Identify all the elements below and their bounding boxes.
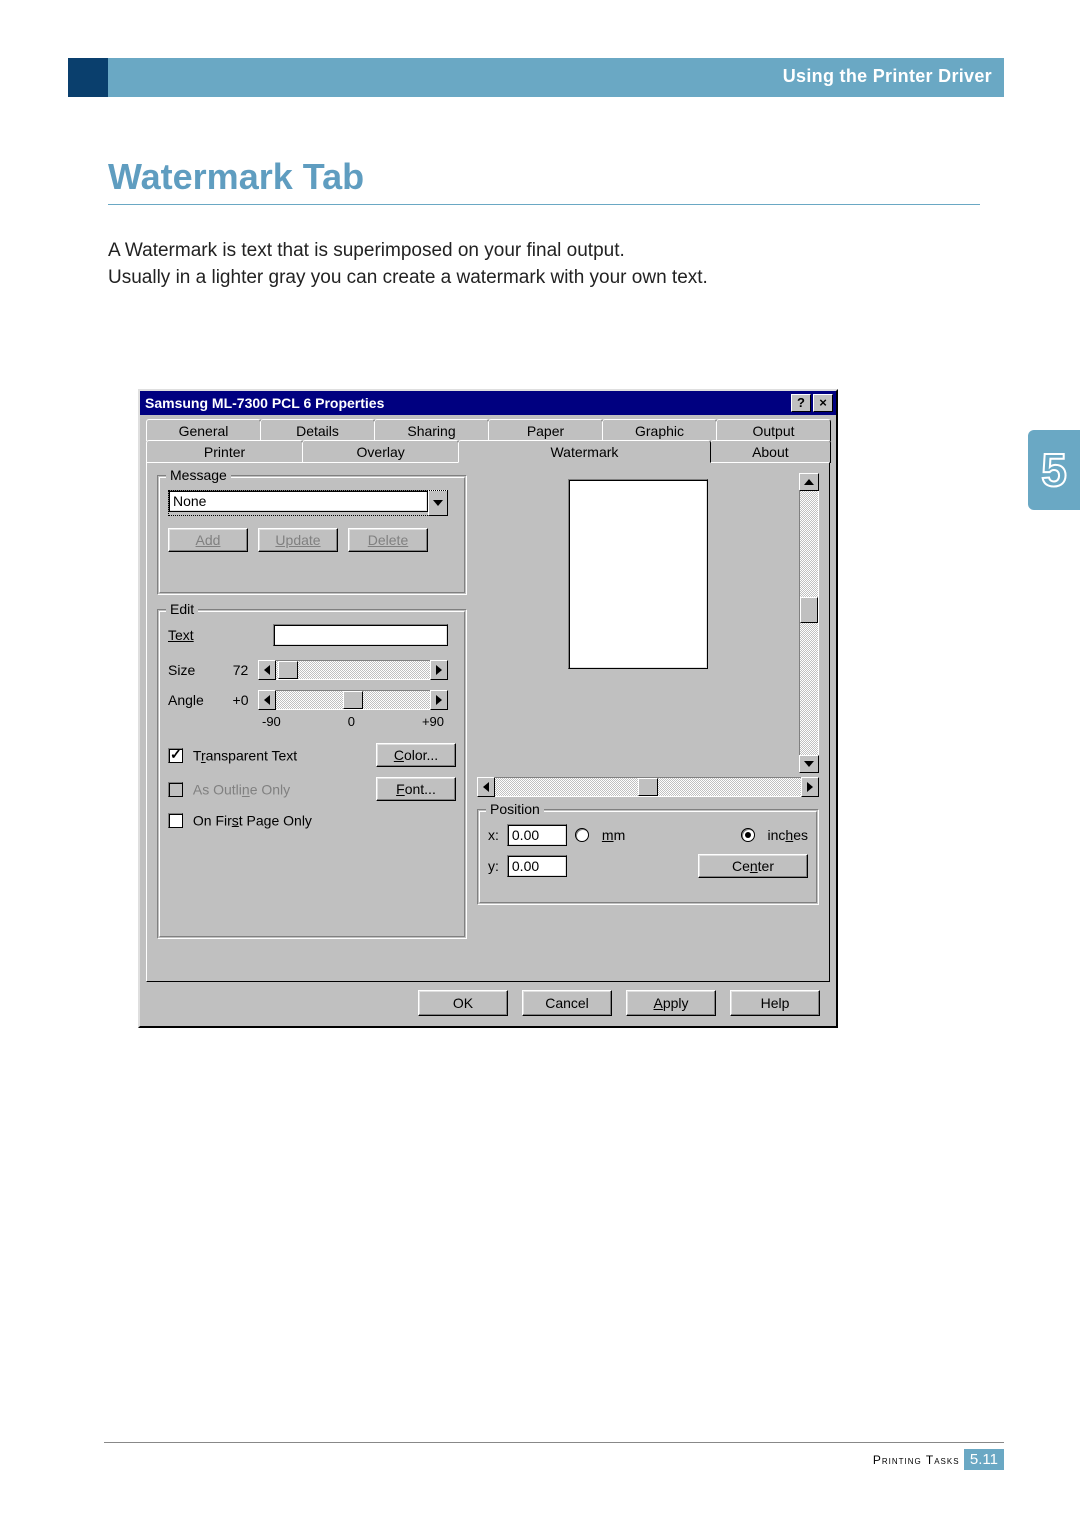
tab-paper[interactable]: Paper [488, 419, 603, 441]
group-position: Position x: mm inches y: Cent [477, 809, 819, 905]
color-button[interactable]: Color... [376, 743, 456, 767]
page-footer: Printing Tasks 5.11 [104, 1442, 1004, 1470]
outline-checkbox [168, 782, 183, 797]
message-combo[interactable]: None [168, 490, 448, 516]
footer-section: Printing Tasks [873, 1453, 960, 1467]
header-corner [68, 58, 108, 97]
tab-details[interactable]: Details [260, 419, 375, 441]
pos-y-input[interactable] [507, 855, 567, 877]
group-edit-legend: Edit [166, 601, 198, 617]
text-input[interactable] [273, 624, 448, 646]
group-position-legend: Position [486, 801, 544, 817]
tab-panel: Message None Add Update Delete Edit [146, 462, 830, 982]
chapter-tab: 5 [1028, 430, 1080, 510]
section-label: Using the Printer Driver [783, 66, 992, 87]
angle-right-arrow[interactable] [430, 690, 448, 710]
angle-mid: 0 [348, 714, 355, 729]
tab-graphic[interactable]: Graphic [602, 419, 717, 441]
arrow-left-icon [264, 695, 270, 705]
unit-inches-radio[interactable] [741, 828, 755, 842]
message-field[interactable]: None [168, 490, 428, 512]
pos-x-label: x: [488, 827, 499, 843]
arrow-down-icon [804, 761, 814, 767]
tab-output[interactable]: Output [716, 419, 831, 441]
label-angle: Angle [168, 692, 223, 708]
ok-button[interactable]: OK [418, 990, 508, 1016]
angle-value: +0 [223, 692, 258, 708]
footer-page-number: 5.11 [964, 1449, 1004, 1470]
arrow-left-icon [264, 665, 270, 675]
size-right-arrow[interactable] [430, 660, 448, 680]
arrow-up-icon [804, 479, 814, 485]
dialog-footer: OK Cancel Apply Help [146, 982, 830, 1016]
delete-button: Delete [348, 528, 428, 552]
tab-about[interactable]: About [710, 440, 831, 463]
angle-slider[interactable] [258, 690, 448, 710]
unit-mm-radio[interactable] [575, 828, 589, 842]
angle-max: +90 [422, 714, 444, 729]
dialog-title: Samsung ML-7300 PCL 6 Properties [143, 395, 789, 411]
hscroll-left[interactable] [477, 777, 495, 797]
tab-overlay[interactable]: Overlay [302, 440, 459, 463]
unit-inches-label: inches [768, 827, 809, 843]
arrow-left-icon [483, 782, 489, 792]
close-button[interactable]: × [813, 394, 833, 412]
intro-line2: Usually in a lighter gray you can create… [108, 267, 708, 288]
preview-hscroll[interactable] [477, 777, 819, 797]
apply-button[interactable]: Apply [626, 990, 716, 1016]
preview-page [568, 479, 708, 669]
vscroll-up[interactable] [799, 473, 819, 491]
arrow-right-icon [436, 665, 442, 675]
tab-watermark[interactable]: Watermark [458, 440, 711, 463]
pos-y-label: y: [488, 858, 499, 874]
update-button: Update [258, 528, 338, 552]
transparent-label: Transparent Text [193, 748, 297, 764]
page-title: Watermark Tab [108, 156, 364, 198]
preview-vscroll[interactable] [799, 473, 819, 773]
center-button[interactable]: Center [698, 854, 808, 878]
tab-sharing[interactable]: Sharing [374, 419, 489, 441]
chapter-number: 5 [1041, 430, 1067, 510]
group-edit: Edit Text Size 72 [157, 609, 467, 939]
size-slider[interactable] [258, 660, 448, 680]
firstpage-label: On First Page Only [193, 812, 312, 828]
group-message: Message None Add Update Delete [157, 475, 467, 595]
tab-printer[interactable]: Printer [146, 440, 303, 463]
vscroll-down[interactable] [799, 755, 819, 773]
arrow-right-icon [807, 782, 813, 792]
hscroll-right[interactable] [801, 777, 819, 797]
arrow-right-icon [436, 695, 442, 705]
properties-dialog: Samsung ML-7300 PCL 6 Properties ? × Gen… [138, 389, 838, 1028]
outline-label: As Outline Only [193, 782, 290, 798]
size-value: 72 [223, 662, 258, 678]
label-text: Text [168, 627, 223, 643]
message-dropdown-button[interactable] [428, 490, 448, 516]
chevron-down-icon [433, 500, 443, 506]
intro-paragraph: A Watermark is text that is superimposed… [108, 238, 980, 291]
help-button[interactable]: ? [791, 394, 811, 412]
tab-row-2: Printer Overlay Watermark About [146, 440, 830, 463]
tab-general[interactable]: General [146, 419, 261, 441]
group-message-legend: Message [166, 467, 231, 483]
size-left-arrow[interactable] [258, 660, 276, 680]
unit-mm-label: mm [602, 827, 625, 843]
font-button[interactable]: Font... [376, 777, 456, 801]
transparent-checkbox[interactable] [168, 748, 183, 763]
intro-line1: A Watermark is text that is superimposed… [108, 240, 625, 261]
angle-min: -90 [262, 714, 281, 729]
help-button-footer[interactable]: Help [730, 990, 820, 1016]
add-button: Add [168, 528, 248, 552]
pos-x-input[interactable] [507, 824, 567, 846]
titlebar: Samsung ML-7300 PCL 6 Properties ? × [140, 391, 836, 415]
firstpage-checkbox[interactable] [168, 813, 183, 828]
label-size: Size [168, 662, 223, 678]
angle-left-arrow[interactable] [258, 690, 276, 710]
title-rule [108, 204, 980, 205]
cancel-button[interactable]: Cancel [522, 990, 612, 1016]
tab-row-1: General Details Sharing Paper Graphic Ou… [146, 419, 830, 441]
